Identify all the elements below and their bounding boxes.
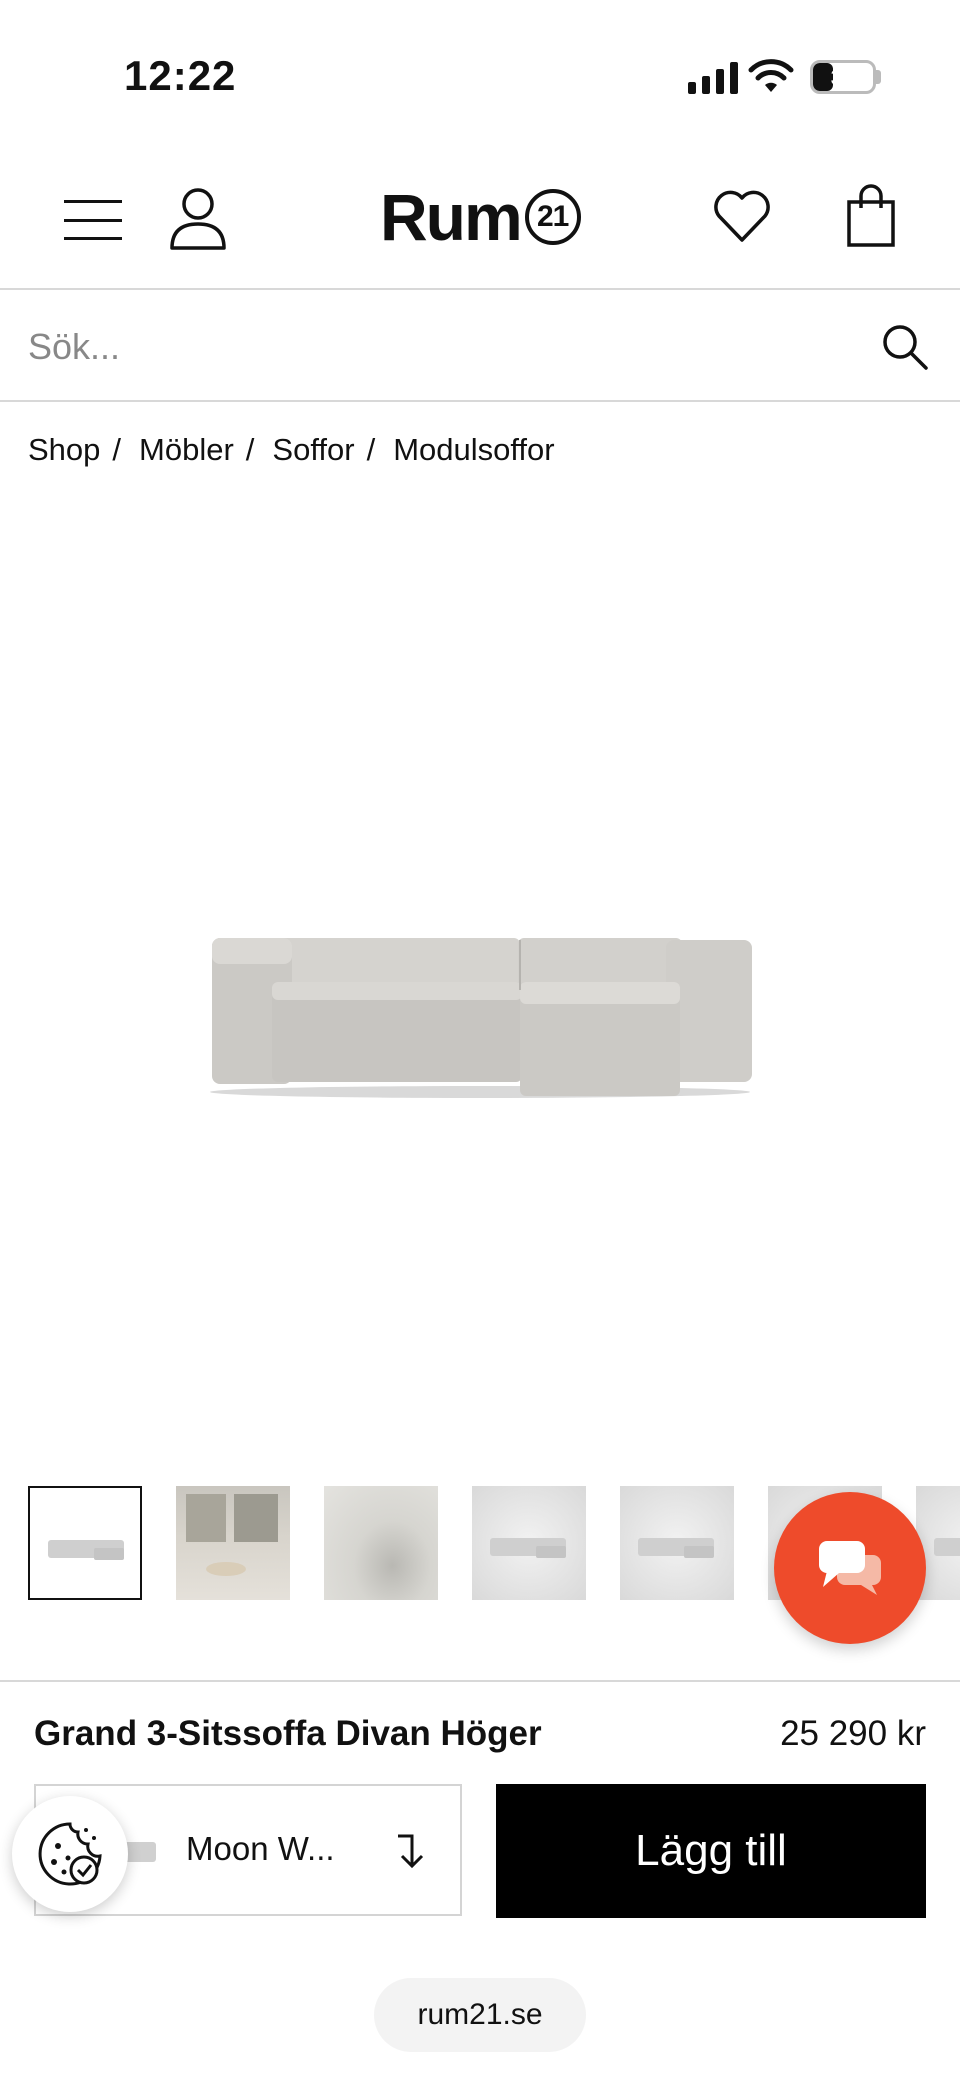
add-to-cart-button[interactable]: Lägg till xyxy=(496,1784,926,1918)
product-title: Grand 3-Sitssoffa Divan Höger xyxy=(34,1714,542,1753)
thumbnail-5[interactable] xyxy=(620,1486,734,1600)
chevron-down-icon xyxy=(398,1834,424,1869)
heart-icon[interactable] xyxy=(712,188,772,244)
breadcrumb-separator: / xyxy=(112,432,122,467)
status-bar: 12:22 33 xyxy=(0,0,960,150)
breadcrumb-shop[interactable]: Shop xyxy=(28,432,100,468)
logo-text: Rum xyxy=(380,180,523,254)
menu-icon[interactable] xyxy=(64,200,122,240)
thumbnail-3[interactable] xyxy=(324,1486,438,1600)
product-image[interactable] xyxy=(200,920,760,1100)
chat-button[interactable] xyxy=(774,1492,926,1644)
thumbnail-1[interactable] xyxy=(28,1486,142,1600)
thumbnail-4[interactable] xyxy=(472,1486,586,1600)
breadcrumb-modulsoffor[interactable]: Modulsoffor xyxy=(393,432,554,468)
battery-level: 33 xyxy=(830,65,856,90)
browser-url-bar[interactable]: rum21.se xyxy=(374,1978,586,2052)
search-bar xyxy=(0,292,960,402)
breadcrumb-separator: / xyxy=(245,432,255,467)
product-price: 25 290 kr xyxy=(780,1714,926,1753)
cookie-settings-button[interactable] xyxy=(12,1796,128,1912)
site-header: Rum 21 xyxy=(0,150,960,290)
breadcrumb-mobler[interactable]: Möbler xyxy=(139,432,234,468)
breadcrumb-separator: / xyxy=(366,432,376,467)
cookie-icon xyxy=(38,1822,102,1886)
thumbnail-2[interactable] xyxy=(176,1486,290,1600)
logo-badge: 21 xyxy=(524,189,581,245)
search-icon[interactable] xyxy=(880,322,930,372)
breadcrumb-soffor[interactable]: Soffor xyxy=(272,432,354,468)
variant-label: Moon W... xyxy=(186,1830,335,1867)
breadcrumb: Shop / Möbler / Soffor / Modulsoffor xyxy=(28,432,555,468)
sticky-product-panel: Grand 3-Sitssoffa Divan Höger 25 290 kr … xyxy=(0,1680,960,1920)
logo[interactable]: Rum 21 xyxy=(380,180,581,254)
search-input[interactable] xyxy=(28,312,848,382)
user-icon[interactable] xyxy=(168,186,228,252)
battery-cap xyxy=(876,70,881,84)
signal-icon xyxy=(688,62,738,94)
status-time: 12:22 xyxy=(124,52,237,99)
chat-icon xyxy=(819,1541,881,1595)
wifi-icon xyxy=(748,59,794,92)
battery-icon: 33 xyxy=(810,60,876,94)
bag-icon[interactable] xyxy=(846,184,896,248)
